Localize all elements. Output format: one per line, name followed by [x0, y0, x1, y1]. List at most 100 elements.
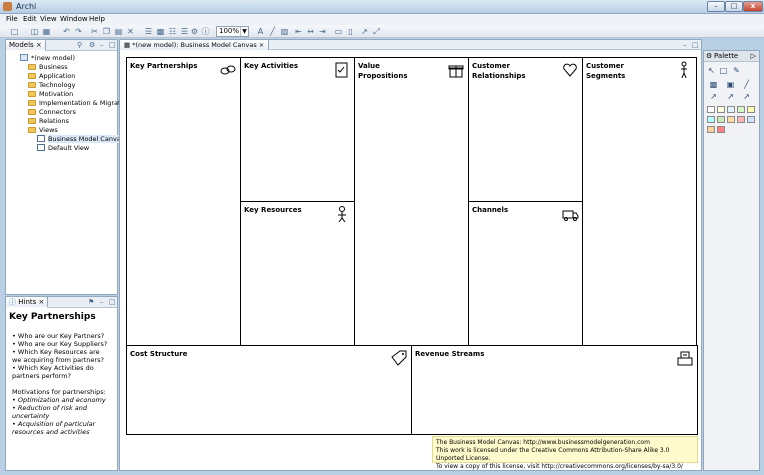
redo-icon[interactable]: ↷	[74, 27, 83, 36]
customer-segments-line-1: Customer	[586, 62, 624, 70]
tree-item-business[interactable]: Business	[28, 63, 68, 71]
hint-line: • Who are our Key Partners?	[12, 332, 105, 340]
tree-item-application[interactable]: Application	[28, 72, 75, 80]
line-color-icon[interactable]: ╱	[268, 27, 277, 36]
zoom-combo[interactable]: 100% ▼	[216, 26, 249, 37]
font-icon[interactable]: A	[256, 27, 265, 36]
tab-business-model-canvas[interactable]: ▦ *(new model): Business Model Canvas ×	[120, 40, 270, 50]
arrow-tool-icon[interactable]: ↗	[726, 92, 735, 101]
note-tool-icon[interactable]: ▩	[709, 80, 718, 89]
menu-window[interactable]: Window	[60, 15, 88, 23]
minimize-button[interactable]: –	[707, 1, 725, 12]
cell-cost-structure[interactable]: Cost Structure	[126, 345, 412, 435]
close-button[interactable]: x	[743, 1, 763, 12]
palette-element-swatch[interactable]	[707, 126, 715, 133]
palette-element-swatch[interactable]	[747, 106, 755, 113]
paste-icon[interactable]: ▤	[114, 27, 123, 36]
tree-item-default-view[interactable]: Default View	[37, 144, 89, 152]
match-width-icon[interactable]: ▭	[334, 27, 343, 36]
settings-icon[interactable]: ⚙	[190, 27, 199, 36]
palette-element-swatch[interactable]	[747, 116, 755, 123]
palette-element-swatch[interactable]	[727, 106, 735, 113]
copy-icon[interactable]: ❐	[102, 27, 111, 36]
format-painter-icon[interactable]: ✎	[732, 66, 741, 75]
palette-element-swatch[interactable]	[737, 106, 745, 113]
minimize-view-icon[interactable]: –	[100, 41, 104, 49]
delete-icon[interactable]: ✕	[126, 27, 135, 36]
undo-icon[interactable]: ↶	[62, 27, 71, 36]
palette-element-swatch[interactable]	[717, 106, 725, 113]
tree-item-technology[interactable]: Technology	[28, 81, 75, 89]
cell-key-activities[interactable]: Key Activities	[240, 57, 355, 202]
maximize-button[interactable]: □	[725, 1, 743, 12]
group-tool-icon[interactable]: ▣	[726, 80, 735, 89]
connection-tool-icon[interactable]: ↗	[709, 92, 718, 101]
tree-item-connectors[interactable]: Connectors	[28, 108, 76, 116]
cell-customer-segments[interactable]: Customer Segments	[582, 57, 697, 346]
tree-item-business-model-canvas[interactable]: Business Model Canvas	[37, 135, 125, 143]
menu-edit[interactable]: Edit	[23, 15, 37, 23]
tree-item-motivation[interactable]: Motivation	[28, 90, 73, 98]
save-icon[interactable]: ▦	[42, 27, 51, 36]
reset-size-icon[interactable]: ⤢	[372, 27, 381, 36]
align-left-icon[interactable]: ⇤	[294, 27, 303, 36]
navigator-icon[interactable]: ☷	[168, 27, 177, 36]
palette-element-swatch[interactable]	[737, 116, 745, 123]
customer-relationships-line-2: Relationships	[472, 72, 526, 80]
models-panel-header: Models × ⚲ ⚙ – □	[6, 40, 117, 51]
align-center-icon[interactable]: ↔	[306, 27, 315, 36]
menu-file[interactable]: File	[6, 15, 18, 23]
menu-bar: File Edit View Window Help	[0, 14, 764, 25]
pin-icon[interactable]: ⚑	[88, 298, 94, 306]
info-icon[interactable]: ⓘ	[201, 27, 210, 36]
maximize-view-icon[interactable]: □	[109, 41, 116, 49]
tab-hints[interactable]: ⓘ Hints ×	[6, 297, 49, 308]
palette-element-swatch[interactable]	[717, 126, 725, 133]
palette-header[interactable]: ⚙ Palette ▷	[704, 51, 759, 62]
cut-icon[interactable]: ✂	[90, 27, 99, 36]
match-height-icon[interactable]: ▯	[346, 27, 355, 36]
outline-icon[interactable]: ▩	[156, 27, 165, 36]
hint-line: • Optimization and economy	[12, 396, 106, 404]
tree-item-relations[interactable]: Relations	[28, 117, 69, 125]
search-icon[interactable]: ⚲	[77, 41, 82, 49]
minimize-view-icon[interactable]: –	[683, 41, 687, 49]
cell-key-partnerships[interactable]: Key Partnerships	[126, 57, 241, 346]
tree-item-implementation-migration[interactable]: Implementation & Migration	[28, 99, 130, 107]
properties-icon[interactable]: ☰	[144, 27, 153, 36]
menu-view[interactable]: View	[40, 15, 57, 23]
palette-element-swatch[interactable]	[707, 106, 715, 113]
new-icon[interactable]: □	[10, 27, 19, 36]
tree-item-model[interactable]: *(new model)	[20, 54, 75, 62]
line-tool-icon[interactable]: ╱	[742, 80, 751, 89]
filter-icon[interactable]: ⚙	[89, 41, 95, 49]
cell-channels[interactable]: Channels	[468, 201, 583, 346]
tree-icon[interactable]: ☰	[180, 27, 189, 36]
cell-key-resources[interactable]: Key Resources	[240, 201, 355, 346]
tree-item-views[interactable]: Views	[28, 126, 58, 134]
maximize-view-icon[interactable]: □	[692, 41, 699, 49]
dashed-arrow-tool-icon[interactable]: ↗	[742, 92, 751, 101]
cell-value-propositions[interactable]: Value Propositions	[354, 57, 469, 346]
value-propositions-title: Value Propositions	[358, 61, 407, 81]
palette-element-swatch[interactable]	[707, 116, 715, 123]
cell-customer-relationships[interactable]: Customer Relationships	[468, 57, 583, 202]
connection-icon[interactable]: ↗	[360, 27, 369, 36]
open-icon[interactable]: ◫	[30, 27, 39, 36]
channels-title: Channels	[472, 206, 509, 214]
hints-body: • Who are our Key Partners? • Who are our…	[12, 332, 112, 436]
palette-element-swatch[interactable]	[727, 116, 735, 123]
cost-structure-title: Cost Structure	[130, 350, 188, 358]
chevron-down-icon[interactable]: ▼	[240, 27, 248, 36]
minimize-view-icon[interactable]: –	[100, 298, 104, 306]
chevron-right-icon[interactable]: ▷	[751, 51, 756, 62]
cell-revenue-streams[interactable]: Revenue Streams	[411, 345, 698, 435]
tab-models[interactable]: Models ×	[6, 40, 46, 51]
marquee-tool-icon[interactable]: □	[719, 66, 728, 75]
fill-color-icon[interactable]: ▨	[280, 27, 289, 36]
palette-element-swatch[interactable]	[717, 116, 725, 123]
select-tool-icon[interactable]: ↖	[707, 66, 716, 75]
align-right-icon[interactable]: ⇥	[318, 27, 327, 36]
menu-help[interactable]: Help	[89, 15, 105, 23]
maximize-view-icon[interactable]: □	[109, 298, 116, 306]
